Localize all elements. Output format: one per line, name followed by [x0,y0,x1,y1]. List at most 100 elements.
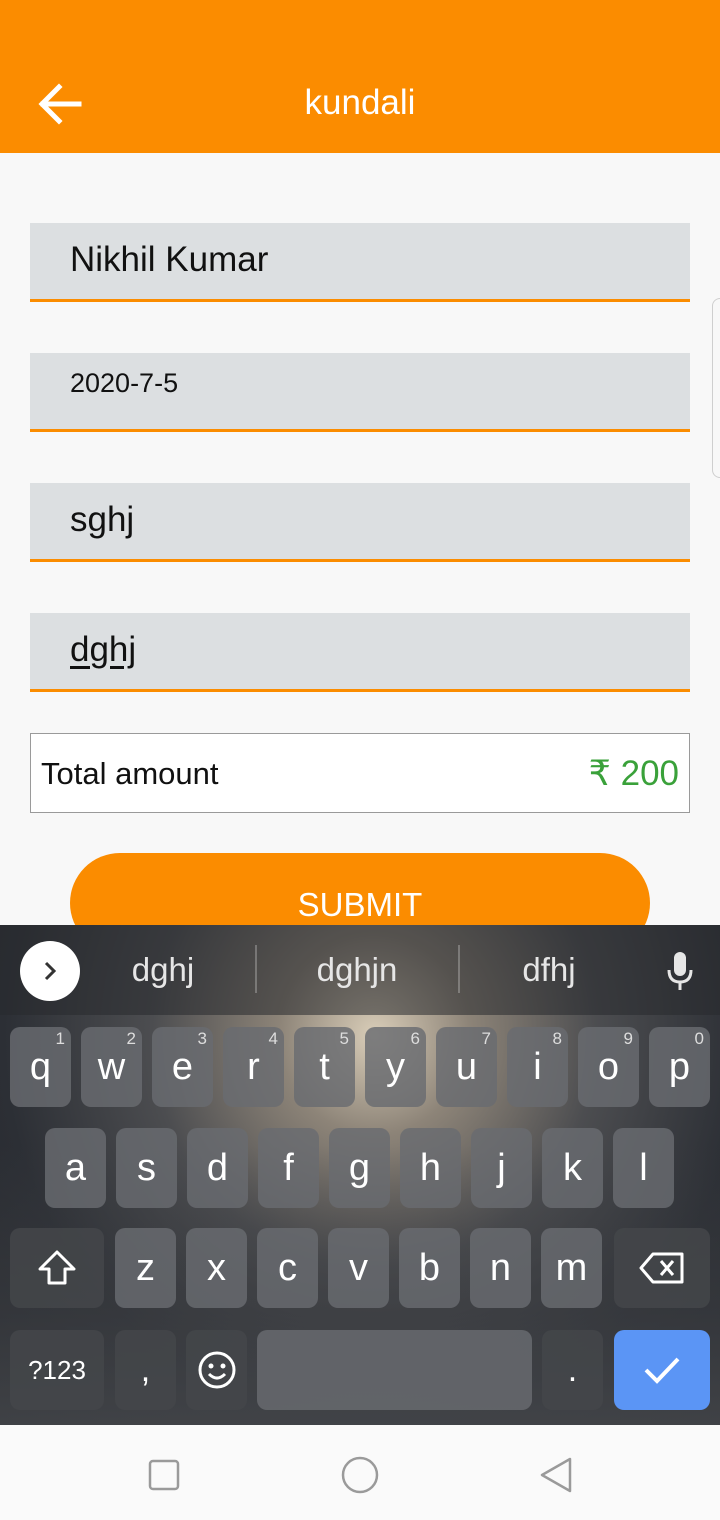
key-number-hint: 0 [694,1029,704,1048]
key-label: j [497,1146,506,1189]
suggestion-1[interactable]: dghj [73,951,253,989]
key-t[interactable]: t5 [294,1027,355,1107]
soft-keyboard: dghj dghjn dfhj ?123 , . q 1 w 2 e 3 r 4… [0,925,720,1425]
recents-button[interactable] [139,1450,189,1500]
suggestion-3[interactable]: dfhj [459,951,639,989]
key-label: u [455,1045,478,1088]
key-number-hint: 8 [552,1029,562,1048]
text-field-3-value: sghj [70,500,135,539]
key-label: r [247,1045,260,1088]
key-f[interactable]: f [258,1128,319,1208]
key-label: i [533,1045,542,1088]
key-number-hint: 3 [197,1029,207,1048]
key-u[interactable]: u7 [436,1027,497,1107]
key-c[interactable]: c [257,1228,318,1308]
key-s[interactable]: s [116,1128,177,1208]
key-label: m [555,1246,588,1289]
key-label: c [278,1246,297,1289]
date-of-birth-field[interactable]: 2020-7-5 [30,353,690,432]
key-x[interactable]: x [186,1228,247,1308]
key-g[interactable]: g [329,1128,390,1208]
key-j[interactable]: j [471,1128,532,1208]
text-field-3[interactable]: sghj [30,483,690,562]
shift-key[interactable] [10,1228,104,1308]
space-key[interactable] [257,1330,532,1410]
system-nav-bar [0,1425,720,1520]
period-key[interactable]: . [542,1330,603,1410]
key-z[interactable]: z [115,1228,176,1308]
key-number-hint: 6 [410,1029,420,1048]
backspace-key[interactable] [614,1228,710,1308]
key-p[interactable]: p0 [649,1027,710,1107]
key-v[interactable]: v [328,1228,389,1308]
key-label: v [349,1246,368,1289]
key-label: w [97,1045,126,1088]
key-label: e [171,1045,194,1088]
enter-key[interactable] [614,1330,710,1410]
key-label: o [597,1045,620,1088]
comma-key[interactable]: , [115,1330,176,1410]
key-a[interactable]: a [45,1128,106,1208]
key-number-hint: 1 [55,1029,65,1048]
key-label: t [319,1045,330,1088]
suggestion-2[interactable]: dghjn [267,951,447,989]
total-amount-value: ₹ 200 [588,754,679,793]
text-field-4[interactable]: dghj [30,613,690,692]
square-icon [148,1459,180,1491]
scroll-indicator [712,298,720,478]
key-label: n [489,1246,512,1289]
key-l[interactable]: l [613,1128,674,1208]
key-label: x [207,1246,226,1289]
key-i[interactable]: i8 [507,1027,568,1107]
text-field-4-value: dghj [70,630,137,669]
key-label: h [419,1146,442,1189]
key-e[interactable]: e3 [152,1027,213,1107]
emoji-key[interactable] [186,1330,247,1410]
key-label: z [136,1246,155,1289]
key-number-hint: 7 [481,1029,491,1048]
key-label: k [563,1146,582,1189]
key-n[interactable]: n [470,1228,531,1308]
emoji-icon [198,1351,235,1389]
symbols-key[interactable]: ?123 [10,1330,104,1410]
key-label: d [206,1146,229,1189]
key-o[interactable]: o9 [578,1027,639,1107]
key-w[interactable]: w2 [81,1027,142,1107]
key-label: a [64,1146,87,1189]
key-r[interactable]: r4 [223,1027,284,1107]
key-label: q [29,1045,52,1088]
key-h[interactable]: h [400,1128,461,1208]
key-q[interactable]: q1 [10,1027,71,1107]
expand-toolbar-button[interactable] [20,941,80,1001]
suggestion-bar: dghj dghjn dfhj [0,925,720,1015]
key-label: f [283,1146,294,1189]
app-bar: kundali [0,0,720,153]
key-number-hint: 5 [339,1029,349,1048]
checkmark-icon [644,1357,680,1384]
name-field[interactable]: Nikhil Kumar [30,223,690,302]
key-label: g [348,1146,371,1189]
circle-icon [341,1456,379,1494]
name-value: Nikhil Kumar [70,240,269,279]
back-nav-button[interactable] [531,1450,581,1500]
key-d[interactable]: d [187,1128,248,1208]
key-k[interactable]: k [542,1128,603,1208]
key-b[interactable]: b [399,1228,460,1308]
key-number-hint: 9 [623,1029,633,1048]
key-label: l [639,1146,648,1189]
triangle-back-icon [540,1457,572,1493]
chevron-right-icon [44,961,57,981]
key-label: p [668,1045,691,1088]
microphone-icon [667,952,693,990]
key-y[interactable]: y6 [365,1027,426,1107]
home-button[interactable] [335,1450,385,1500]
date-value: 2020-7-5 [70,368,179,398]
key-label: y [386,1045,405,1088]
key-number-hint: 2 [126,1029,136,1048]
total-amount-box: Total amount ₹ 200 [30,733,690,813]
suggestion-divider [255,945,257,993]
shift-icon [38,1250,76,1285]
key-m[interactable]: m [541,1228,602,1308]
key-label: s [137,1146,156,1189]
microphone-button[interactable] [660,947,700,995]
